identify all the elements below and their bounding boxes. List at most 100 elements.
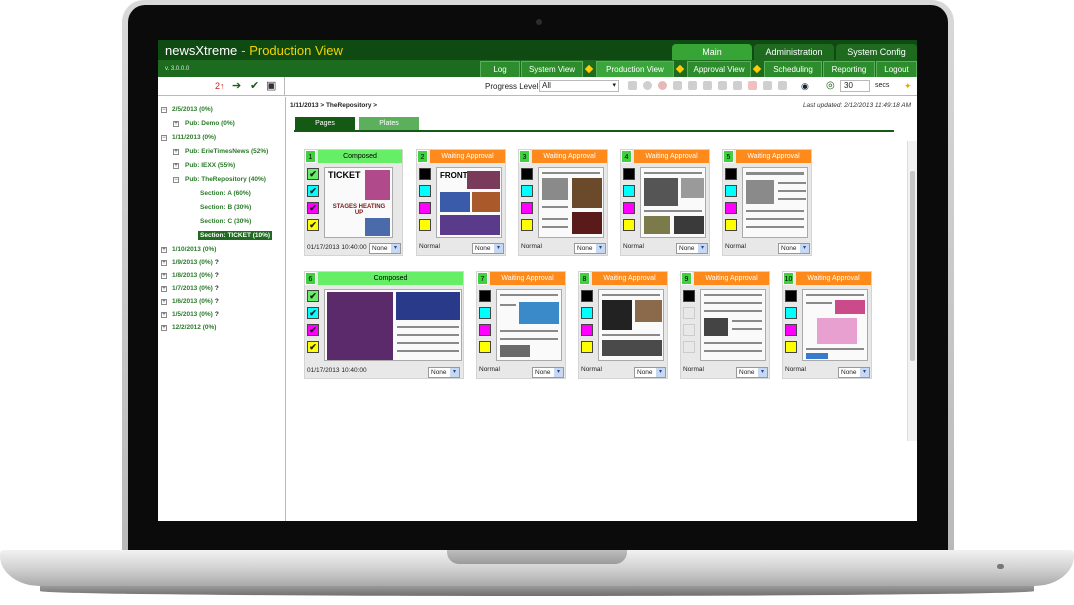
tree-node-pub[interactable]: Pub: Demo (0%) [185, 120, 235, 127]
nav-log[interactable]: Log [480, 61, 520, 77]
page-priority-select[interactable]: None ▾ [532, 367, 564, 378]
page-icon[interactable]: ▣ [266, 80, 276, 92]
star-icon[interactable]: ✦ [904, 80, 912, 92]
page-card[interactable]: 5 Waiting Approval Normal None ▾ [722, 149, 812, 256]
expand-icon[interactable]: + [161, 299, 167, 305]
tree-node-date[interactable]: 1/5/2013 (0%)? [172, 311, 219, 318]
progress-level-select[interactable]: All ▾ [539, 80, 619, 92]
nav-reporting[interactable]: Reporting [823, 61, 875, 77]
tab-system-config[interactable]: System Config [836, 44, 917, 60]
document-icon[interactable] [733, 81, 742, 90]
app-title: newsXtreme - Production View [165, 43, 343, 58]
warning-icon[interactable] [748, 81, 757, 90]
reject-icon[interactable] [658, 81, 667, 90]
approve-icon[interactable] [643, 81, 652, 90]
scroll-thumb[interactable] [910, 171, 915, 361]
tree-node-pub[interactable]: Pub: IEXX (55%) [185, 162, 235, 169]
black-swatch [419, 168, 431, 180]
page-thumbnail[interactable] [538, 167, 604, 238]
page-priority-select[interactable]: None ▾ [676, 243, 708, 254]
forward-icon[interactable] [718, 81, 727, 90]
collapse-icon[interactable]: − [161, 135, 167, 141]
yellow-swatch [521, 219, 533, 231]
tree-node-date[interactable]: 1/10/2013 (0%) [172, 246, 216, 253]
page-card[interactable]: 8 Waiting Approval Normal None ▾ [578, 271, 668, 379]
nav-approval-view[interactable]: Approval View [687, 61, 751, 77]
page-thumbnail[interactable] [640, 167, 706, 238]
play-icon[interactable] [673, 81, 682, 90]
nav-production-view[interactable]: Production View [596, 61, 674, 77]
list-icon[interactable] [763, 81, 772, 90]
page-priority-select[interactable]: None ▾ [369, 243, 401, 254]
page-card[interactable]: 9 Waiting Approval Normal None ▾ [680, 271, 770, 379]
tab-main[interactable]: Main [672, 44, 752, 60]
page-card[interactable]: 2 Waiting Approval FRONT Normal None ▾ [416, 149, 506, 256]
check-circle-icon[interactable]: ✔ [250, 80, 259, 92]
page-thumbnail[interactable] [802, 289, 868, 361]
tab-pages[interactable]: Pages [295, 117, 355, 130]
tree-node-date[interactable]: 1/7/2013 (0%)? [172, 285, 219, 292]
page-card[interactable]: 10 Waiting Approval Normal None ▾ [782, 271, 872, 379]
tree-node-date[interactable]: 1/11/2013 (0%) [172, 134, 216, 141]
tree-node-section[interactable]: Section: C (30%) [200, 218, 251, 225]
refresh-interval-input[interactable]: 30 [840, 80, 870, 92]
page-priority-select[interactable]: None ▾ [472, 243, 504, 254]
tab-plates[interactable]: Plates [359, 117, 419, 130]
page-priority-select[interactable]: None ▾ [428, 367, 460, 378]
expand-icon[interactable]: + [161, 312, 167, 318]
expand-icon[interactable]: + [173, 149, 179, 155]
page-card[interactable]: 1 Composed ✔ ✔ ✔ ✔ TICKET STAGES HEATING… [304, 149, 403, 256]
tree-node-section[interactable]: Section: A (60%) [200, 190, 251, 197]
tree-node-pub[interactable]: Pub: TheRepository (40%) [185, 176, 266, 183]
page-card[interactable]: 3 Waiting Approval Normal None ▾ [518, 149, 608, 256]
tree-node-date[interactable]: 1/9/2013 (0%)? [172, 259, 219, 266]
nav-logout[interactable]: Logout [876, 61, 917, 77]
eye-icon[interactable]: ◉ [801, 80, 809, 92]
sort-icon[interactable]: 2↑ [215, 80, 225, 92]
priority-icon[interactable] [703, 81, 712, 90]
tree-node-date[interactable]: 1/8/2013 (0%)? [172, 272, 219, 279]
page-priority-select[interactable]: None ▾ [838, 367, 870, 378]
expand-icon[interactable]: + [173, 163, 179, 169]
expand-icon[interactable]: + [161, 286, 167, 292]
print-icon[interactable] [778, 81, 787, 90]
page-priority-select[interactable]: None ▾ [634, 367, 666, 378]
arrow-right-icon[interactable]: ➔ [232, 80, 241, 92]
tab-administration[interactable]: Administration [754, 44, 834, 60]
nav-system-view[interactable]: System View [521, 61, 583, 77]
tree-node-pub[interactable]: Pub: ErieTimesNews (52%) [185, 148, 268, 155]
page-thumbnail[interactable] [742, 167, 808, 238]
page-thumbnail[interactable] [324, 289, 462, 361]
tree-node-date[interactable]: 1/6/2013 (0%)? [172, 298, 219, 305]
expand-icon[interactable]: + [161, 325, 167, 331]
page-priority-select[interactable]: None ▾ [736, 367, 768, 378]
tree-node-section-selected[interactable]: Section: TICKET (10%) [198, 231, 273, 240]
page-priority-select[interactable]: None ▾ [574, 243, 606, 254]
page-priority-select[interactable]: None ▾ [778, 243, 810, 254]
page-thumbnail[interactable]: TICKET STAGES HEATING UP [324, 167, 393, 238]
cyan-swatch [623, 185, 635, 197]
page-card[interactable]: 7 Waiting Approval Normal None ▾ [476, 271, 566, 379]
expand-icon[interactable]: + [161, 273, 167, 279]
refresh-icon[interactable]: ◎ [826, 80, 835, 92]
page-card[interactable]: 6 Composed ✔ ✔ ✔ ✔ 01/17/2013 10:40:00 N… [304, 271, 464, 379]
page-thumbnail[interactable]: FRONT [436, 167, 502, 238]
skip-icon[interactable] [688, 81, 697, 90]
collapse-icon[interactable]: − [161, 107, 167, 113]
thumb-image [635, 300, 662, 322]
thumb-image [644, 216, 670, 234]
content-scrollbar[interactable] [907, 141, 917, 441]
page-card[interactable]: 4 Waiting Approval Normal None ▾ [620, 149, 710, 256]
collapse-icon[interactable]: − [173, 177, 179, 183]
tree-node-section[interactable]: Section: B (30%) [200, 204, 251, 211]
nav-scheduling[interactable]: Scheduling [764, 61, 822, 77]
expand-icon[interactable]: + [161, 247, 167, 253]
page-thumbnail[interactable] [496, 289, 562, 361]
expand-icon[interactable]: + [161, 260, 167, 266]
filter-icon[interactable] [628, 81, 637, 90]
tree-node-date[interactable]: 2/5/2013 (0%) [172, 106, 213, 113]
page-thumbnail[interactable] [700, 289, 766, 361]
expand-icon[interactable]: + [173, 121, 179, 127]
tree-node-date[interactable]: 12/2/2012 (0%) [172, 324, 216, 331]
page-thumbnail[interactable] [598, 289, 664, 361]
